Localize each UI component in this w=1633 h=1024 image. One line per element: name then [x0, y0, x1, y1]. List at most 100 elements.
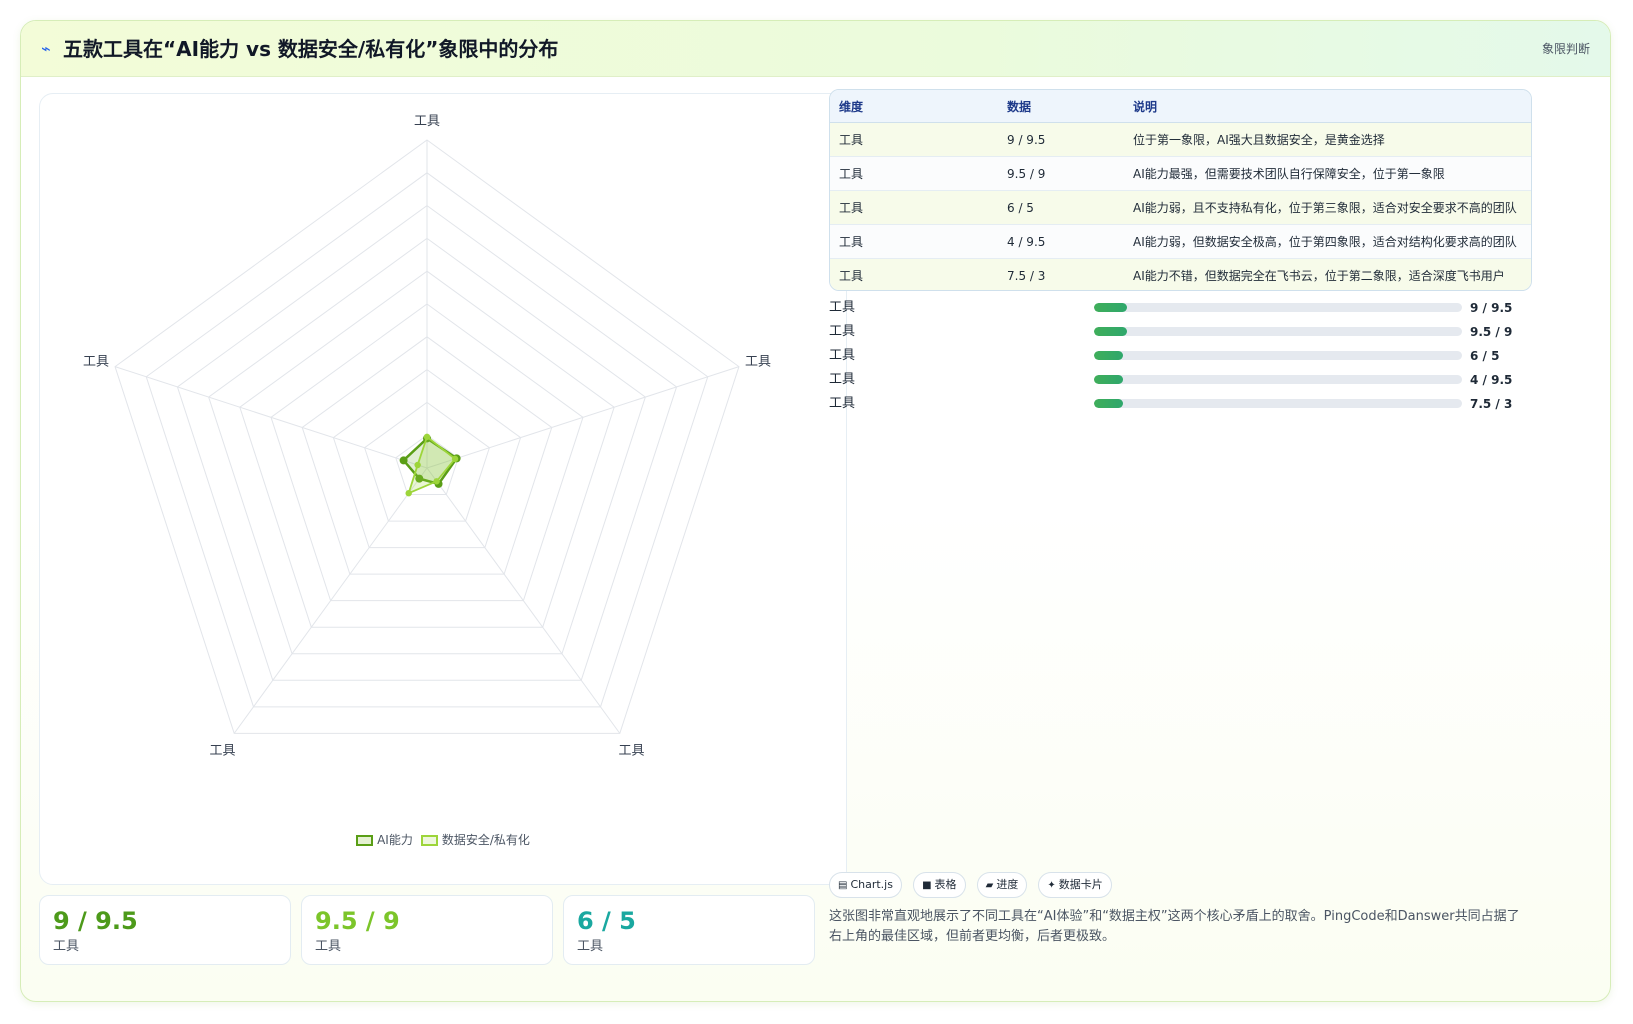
- progress-row: 工具 4 / 9.5: [829, 369, 1529, 393]
- table-row: 工具 7.5 / 3 AI能力不错，但数据完全在飞书云，位于第二象限，适合深度飞…: [830, 258, 1531, 290]
- legend-swatch: [356, 834, 374, 846]
- table-row: 工具 9 / 9.5 位于第一象限，AI强大且数据安全，是黄金选择: [830, 122, 1531, 157]
- legend-item[interactable]: 数据安全/私有化: [420, 831, 530, 849]
- table-row: 工具 6 / 5 AI能力弱，且不支持私有化，位于第三象限，适合对安全要求不高的…: [830, 190, 1531, 225]
- table-cell: AI能力弱，但数据安全极高，位于第四象限，适合对结构化要求高的团队: [1124, 224, 1531, 259]
- progress-fill: [1094, 375, 1124, 384]
- progress-value: 9 / 9.5: [1470, 301, 1513, 315]
- column-header: 数据: [998, 90, 1124, 123]
- progress-row: 工具 7.5 / 3: [829, 393, 1529, 417]
- radar-spoke: [114, 366, 428, 469]
- progress-track: [1094, 375, 1462, 384]
- chip-label: 表格: [934, 878, 957, 891]
- progress-fill: [1094, 303, 1128, 312]
- progress-track: [1094, 351, 1462, 360]
- table-cell: AI能力最强，但需要技术团队自行保障安全，位于第一象限: [1124, 156, 1531, 191]
- progress-label: 工具: [829, 300, 856, 315]
- card-header: ⌁ 五款工具在“AI能力 vs 数据安全/私有化”象限中的分布 象限判断: [21, 21, 1610, 77]
- table-cell: 工具: [830, 224, 998, 259]
- chip-label: 进度: [996, 878, 1019, 891]
- table-cell: 7.5 / 3: [998, 258, 1124, 290]
- radar-chart: 工具工具工具工具工具: [83, 114, 771, 759]
- kpi-label: 工具: [53, 939, 80, 954]
- table-cell: 9 / 9.5: [998, 122, 1124, 157]
- table-icon: ■: [922, 880, 932, 891]
- tag-chips: ▤ Chart.js ■ 表格 ▰ 进度 ✦ 数据卡片: [829, 872, 1118, 898]
- radar-data-point: [433, 478, 440, 485]
- chip-table[interactable]: ■ 表格: [913, 872, 966, 898]
- table-row: 工具 9.5 / 9 AI能力最强，但需要技术团队自行保障安全，位于第一象限: [830, 156, 1531, 191]
- progress-track: [1094, 303, 1462, 312]
- table-cell: 工具: [830, 156, 998, 191]
- table-cell: 4 / 9.5: [998, 224, 1124, 259]
- progress-track: [1094, 327, 1462, 336]
- radar-axis-label: 工具: [745, 354, 771, 369]
- table-cell: 9.5 / 9: [998, 156, 1124, 191]
- table-header-row: 维度 数据 说明: [830, 90, 1531, 123]
- kpi-value: 6 / 5: [577, 907, 636, 935]
- progress-label: 工具: [829, 348, 856, 363]
- kpi-label: 工具: [577, 939, 604, 954]
- radar-data-point: [414, 461, 421, 469]
- radar-data-point: [423, 433, 431, 441]
- radar-data-point: [399, 456, 408, 465]
- quadrant-card: ⌁ 五款工具在“AI能力 vs 数据安全/私有化”象限中的分布 象限判断 工具工…: [20, 20, 1611, 1002]
- progress-label: 工具: [829, 324, 856, 339]
- radar-data-point: [405, 490, 412, 497]
- kpi-card: 6 / 5 工具: [563, 895, 815, 965]
- progress-value: 4 / 9.5: [1470, 373, 1513, 387]
- kpi-label: 工具: [315, 939, 342, 954]
- pulse-icon: ⌁: [41, 39, 51, 58]
- chip-label: 数据卡片: [1058, 878, 1103, 891]
- radar-data-point: [451, 455, 459, 463]
- chip-chartjs[interactable]: ▤ Chart.js: [829, 872, 902, 898]
- radar-spoke: [426, 366, 740, 469]
- radar-axis-label: 工具: [83, 354, 109, 369]
- table-cell: AI能力弱，且不支持私有化，位于第三象限，适合对安全要求不高的团队: [1124, 190, 1531, 225]
- chart-description: 这张图非常直观地展示了不同工具在“AI体验”和“数据主权”这两个核心矛盾上的取舍…: [829, 909, 1520, 944]
- sparkle-icon: ✦: [1047, 880, 1056, 891]
- column-header: 说明: [1124, 90, 1531, 123]
- progress-fill: [1094, 399, 1124, 408]
- progress-fill: [1094, 351, 1124, 360]
- card-title: 五款工具在“AI能力 vs 数据安全/私有化”象限中的分布: [63, 37, 559, 61]
- progress-label: 工具: [829, 372, 856, 387]
- progress-value: 6 / 5: [1470, 349, 1500, 363]
- progress-row: 工具 9.5 / 9: [829, 321, 1529, 345]
- table-cell: 工具: [830, 190, 998, 225]
- kpi-value: 9 / 9.5: [53, 907, 138, 935]
- header-tag: 象限判断: [1541, 42, 1590, 56]
- table-cell: 6 / 5: [998, 190, 1124, 225]
- chip-progress[interactable]: ▰ 进度: [976, 872, 1028, 898]
- chart-legend: AI能力 数据安全/私有化: [40, 830, 846, 849]
- progress-value: 9.5 / 9: [1470, 325, 1513, 339]
- radar-axis-label: 工具: [619, 744, 645, 759]
- progress-value: 7.5 / 3: [1470, 397, 1513, 411]
- progress-label: 工具: [829, 396, 856, 411]
- table-cell: 工具: [830, 258, 998, 290]
- radar-axis-label: 工具: [209, 744, 235, 759]
- progress-row: 工具 9 / 9.5: [829, 297, 1529, 321]
- chip-data-cards[interactable]: ✦ 数据卡片: [1038, 872, 1112, 898]
- legend-swatch: [420, 834, 438, 846]
- chart-icon: ▤: [838, 880, 848, 891]
- table-row: 工具 4 / 9.5 AI能力弱，但数据安全极高，位于第四象限，适合对结构化要求…: [830, 224, 1531, 259]
- progress-fill: [1094, 327, 1128, 336]
- column-header: 维度: [830, 90, 998, 123]
- legend-label: 数据安全/私有化: [441, 832, 530, 847]
- kpi-value: 9.5 / 9: [315, 907, 400, 935]
- legend-item[interactable]: AI能力: [356, 831, 413, 849]
- data-table: 维度 数据 说明 工具 9 / 9.5 位于第一象限，AI强大且数据安全，是黄金…: [829, 89, 1532, 291]
- chip-label: Chart.js: [850, 878, 893, 891]
- radar-chart-panel: 工具 工具 工具 工具 工具 AI能力 数据安全/私有化: [39, 93, 847, 885]
- table-cell: AI能力不错，但数据完全在飞书云，位于第二象限，适合深度飞书用户: [1124, 258, 1531, 290]
- table-cell: 位于第一象限，AI强大且数据安全，是黄金选择: [1124, 122, 1531, 157]
- progress-icon: ▰: [985, 880, 994, 891]
- radar-axis-label: 工具: [414, 114, 440, 129]
- legend-label: AI能力: [377, 832, 413, 847]
- kpi-card: 9 / 9.5 工具: [39, 895, 291, 965]
- table-cell: 工具: [830, 122, 998, 157]
- kpi-card: 9.5 / 9 工具: [301, 895, 553, 965]
- progress-row: 工具 6 / 5: [829, 345, 1529, 369]
- progress-list: 工具 9 / 9.5 工具 9.5 / 9 工具 6 / 5 工具 4 / 9.…: [829, 297, 1529, 417]
